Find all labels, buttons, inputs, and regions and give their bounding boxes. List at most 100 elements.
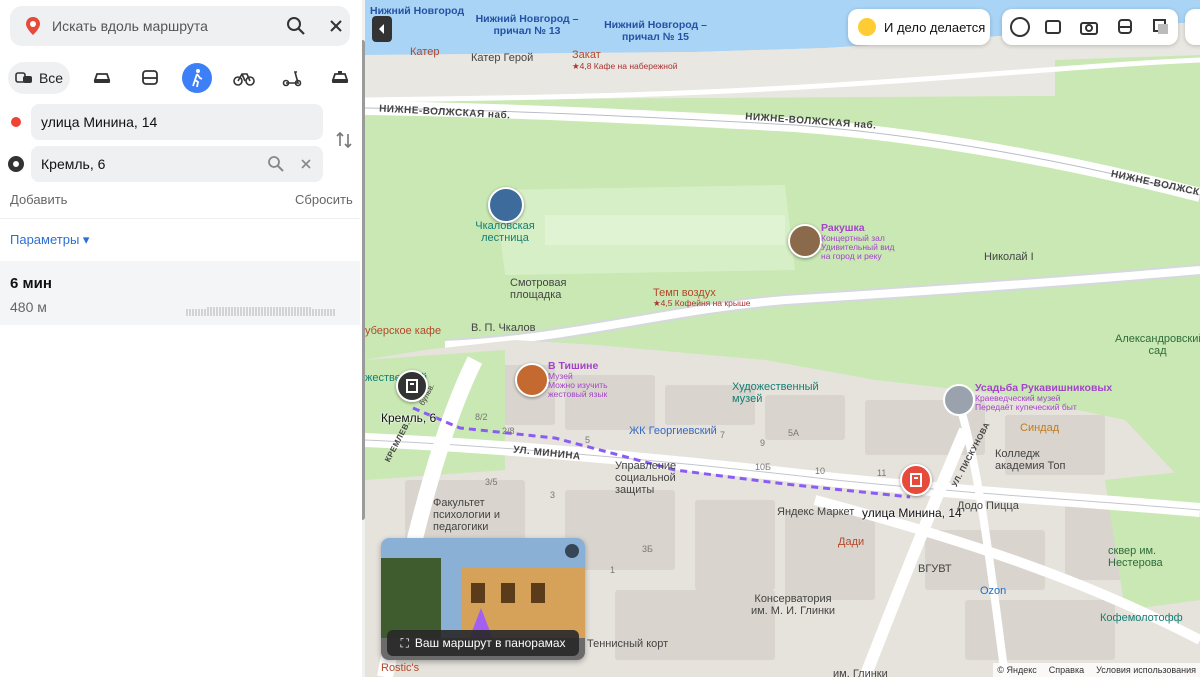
house-number: 10: [815, 466, 826, 476]
promo-button[interactable]: И дело делается: [848, 9, 990, 45]
origin-marker-icon[interactable]: [900, 464, 932, 496]
route-search-bar[interactable]: Искать вдоль маршрута: [10, 6, 350, 46]
ozon-label[interactable]: Ozon: [980, 585, 1006, 597]
scooter-icon: [282, 71, 302, 87]
search-icon[interactable]: [267, 155, 285, 173]
search-icon[interactable]: [286, 16, 306, 36]
zakat-label[interactable]: Закат: [572, 49, 601, 61]
college-label[interactable]: Колледж академия Топ: [995, 448, 1085, 472]
mode-all-label: Все: [38, 70, 64, 86]
walk-mode-button[interactable]: [182, 63, 212, 93]
help-link[interactable]: Справка: [1049, 665, 1084, 675]
alexandr-garden-label[interactable]: Александровский сад: [1115, 333, 1200, 357]
dadi-label[interactable]: Дади: [838, 536, 864, 548]
chkalov-stairs-label[interactable]: Чкаловская лестница: [465, 220, 545, 244]
mode-all-button[interactable]: Все: [8, 62, 70, 94]
sindad-label[interactable]: Синдад: [1020, 422, 1059, 434]
panorama-card[interactable]: ⛶ Ваш маршрут в панорамах: [381, 538, 585, 660]
pier15-label[interactable]: Нижний Новгород – причал № 15: [593, 19, 718, 43]
bus-layer-icon[interactable]: [1116, 18, 1134, 36]
house-number: 7: [720, 430, 726, 440]
usadba-photo[interactable]: [943, 384, 975, 416]
observation-label[interactable]: Смотровая площадка: [510, 277, 580, 301]
bottom-cut-label: им. Глинки: [833, 668, 888, 677]
bike-mode-button[interactable]: [232, 62, 256, 94]
destination-marker-icon[interactable]: [396, 370, 428, 402]
kofemolotoff-label[interactable]: Кофемолотофф: [1100, 612, 1183, 624]
panorama-route-button[interactable]: ⛶ Ваш маршрут в панорамах: [387, 630, 579, 656]
terms-link[interactable]: Условия использования: [1096, 665, 1196, 675]
georgievsky-label[interactable]: ЖК Георгиевский: [629, 425, 717, 437]
usadba-sub2: Передаёт купеческий быт: [975, 402, 1077, 412]
tennis-label[interactable]: Теннисный корт: [587, 638, 668, 650]
transit-mode-button[interactable]: [138, 62, 162, 94]
origin-marker-label: улица Минина, 14: [862, 506, 962, 520]
reset-route-link[interactable]: Сбросить: [295, 192, 353, 207]
art-museum-label[interactable]: Художественный музей: [732, 381, 832, 405]
pier13-label[interactable]: Нижний Новгород – причал № 13: [462, 13, 592, 37]
house-number: 3/5: [485, 477, 498, 487]
close-icon[interactable]: [326, 16, 346, 36]
layers-icon[interactable]: [1152, 18, 1170, 36]
kater-geroy-label[interactable]: Катер Герой: [471, 52, 533, 64]
route-time: 6 мин: [10, 275, 52, 292]
rostics-label[interactable]: Rostic's: [381, 662, 419, 674]
parameters-dropdown[interactable]: Параметры ▾: [10, 232, 89, 248]
tishina-photo[interactable]: [515, 363, 549, 397]
rakushka-photo[interactable]: [788, 224, 822, 258]
nikolay-label[interactable]: Николай I: [984, 251, 1034, 263]
origin-field[interactable]: улица Минина, 14: [31, 104, 323, 140]
social-protection-label[interactable]: Управление социальной защиты: [615, 460, 690, 496]
faculty-label[interactable]: Факультет психологии и педагогики: [433, 497, 523, 533]
house-number: 5: [585, 435, 591, 445]
taxi-mode-button[interactable]: [328, 62, 352, 94]
chkalov-monument-label[interactable]: В. П. Чкалов: [471, 322, 535, 334]
destination-field[interactable]: Кремль, 6: [31, 146, 323, 182]
car-mode-button[interactable]: [90, 62, 114, 94]
map-footer: © Яндекс Справка Условия использования: [993, 663, 1200, 677]
destination-dot-icon: [8, 156, 24, 172]
destination-value: Кремль, 6: [41, 156, 106, 172]
map-layers-toolbar: [1002, 9, 1178, 45]
cafe-label[interactable]: уберское кафе: [365, 325, 441, 337]
house-number: 8/2: [475, 412, 488, 422]
skver-label[interactable]: сквер им. Нестерова: [1108, 545, 1193, 569]
origin-value: улица Минина, 14: [41, 114, 158, 130]
conservatory-label[interactable]: Консерватория им. М. И. Глинки: [748, 593, 838, 617]
promo-label: И дело делается: [884, 20, 986, 35]
traffic-icon[interactable]: [1010, 17, 1030, 37]
yandex-market-label[interactable]: Яндекс Маркет: [777, 506, 854, 518]
bicycle-icon: [233, 73, 255, 86]
house-number: 11: [877, 468, 887, 478]
close-icon[interactable]: [565, 544, 579, 558]
bus-icon: [142, 70, 158, 85]
map-canvas[interactable]: Нижний Новгород Нижний Новгород – причал…: [365, 0, 1200, 677]
elevation-profile: [186, 307, 335, 316]
zakat-sub-label: ★4,8 Кафе на набережной: [572, 61, 678, 71]
chkalov-stairs-photo[interactable]: [488, 187, 524, 223]
temp-sub-label: ★4,5 Кофейня на крыше: [653, 298, 751, 308]
dodo-label[interactable]: Додо Пицца: [957, 500, 1019, 512]
bank-logo-icon: [858, 18, 876, 36]
camera-icon[interactable]: [1080, 18, 1098, 36]
route-panel: Искать вдоль маршрута Все улица Минина, …: [0, 0, 362, 677]
house-number: 9: [760, 438, 766, 448]
origin-dot-icon: [11, 117, 21, 127]
taxi-icon: [331, 71, 349, 83]
add-waypoint-link[interactable]: Добавить: [10, 192, 67, 207]
collapse-panel-button[interactable]: [372, 16, 392, 42]
house-number: 10Б: [755, 462, 771, 472]
location-pin-icon: [26, 17, 40, 35]
clear-icon[interactable]: [299, 157, 313, 171]
panorama-layer-icon[interactable]: [1044, 18, 1062, 36]
vgutv-label[interactable]: ВГУВТ: [918, 563, 952, 575]
kater-label[interactable]: Катер: [410, 46, 439, 58]
rakushka-sub3: на город и реку: [821, 251, 882, 261]
tishina-sub3: жестовый язык: [548, 389, 608, 399]
search-input[interactable]: Искать вдоль маршрута: [52, 18, 208, 34]
destination-marker-label: Кремль, 6: [381, 411, 437, 425]
car-icon: [93, 73, 111, 83]
swap-icon[interactable]: [335, 130, 353, 150]
scooter-mode-button[interactable]: [280, 62, 304, 94]
more-controls[interactable]: [1185, 9, 1200, 45]
